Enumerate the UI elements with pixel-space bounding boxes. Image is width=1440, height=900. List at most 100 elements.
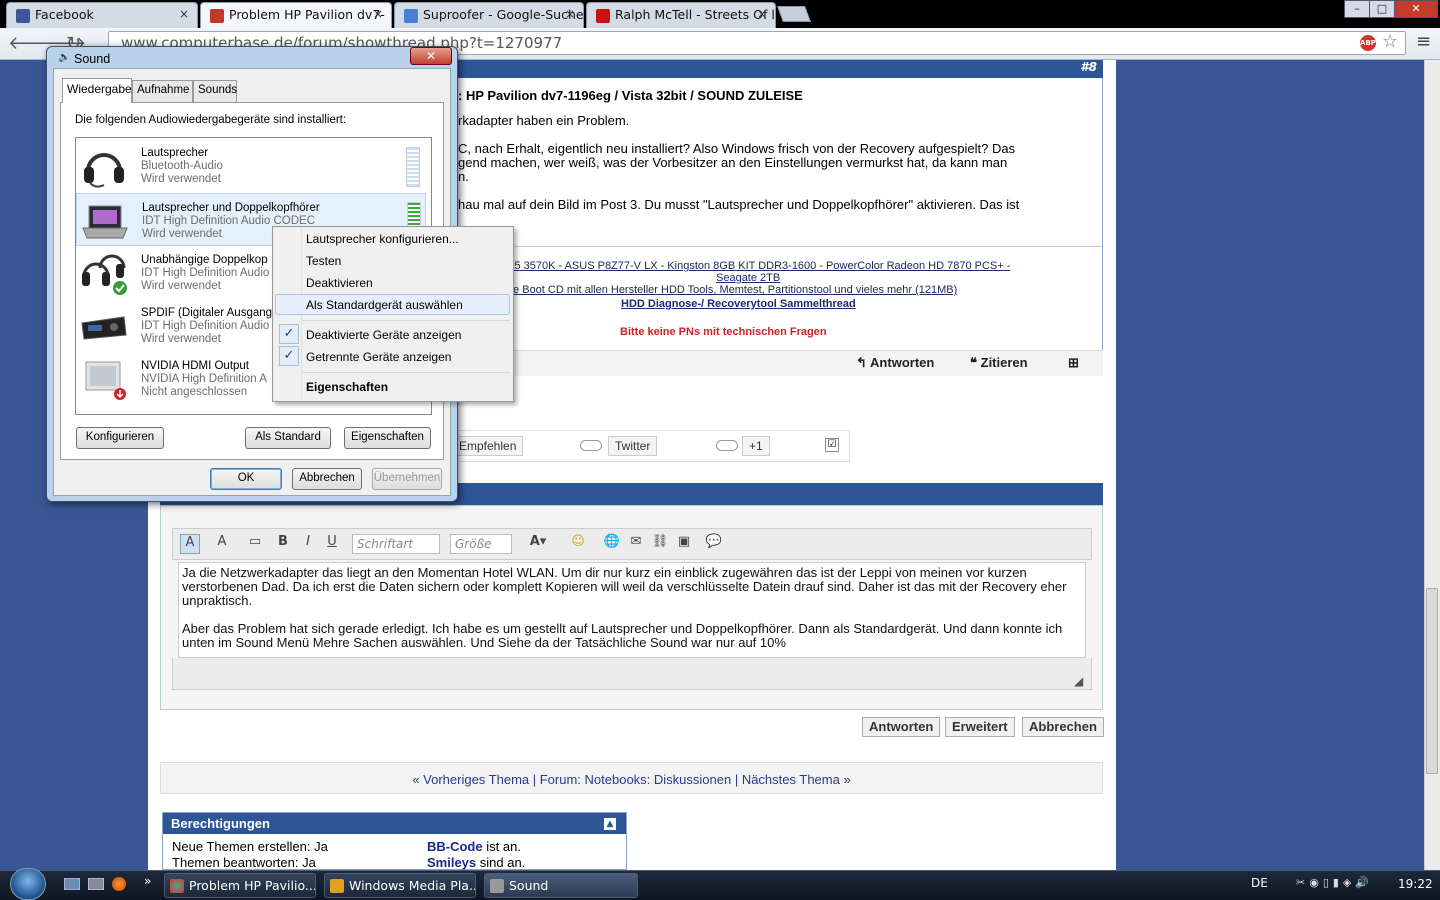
tab-google[interactable]: Suproofer - Google-Suche × [394, 2, 584, 28]
menu-item-show-disabled[interactable]: Deaktivierte Geräte anzeigen [306, 328, 461, 342]
set-default-button[interactable]: Als Standard [245, 427, 331, 449]
twitter-button[interactable]: Twitter [608, 436, 658, 456]
page-background [1116, 60, 1424, 870]
signature-link[interactable]: te Boot CD mit allen Hersteller HDD Tool… [510, 284, 957, 296]
tray-icons[interactable]: ✂◉▯▮◈🔊 [1296, 876, 1373, 889]
italic-icon[interactable]: I [298, 534, 318, 554]
toggle-gplus[interactable] [716, 440, 738, 451]
start-button[interactable] [10, 868, 46, 900]
bold-icon[interactable]: B [273, 534, 293, 554]
reply-button[interactable]: ↰ Antworten [856, 355, 934, 371]
underline-icon[interactable]: U [322, 534, 342, 554]
bookmark-star-icon[interactable]: ☆ [1382, 31, 1398, 52]
show-desktop-icon[interactable] [64, 878, 80, 890]
menu-separator [302, 320, 510, 321]
multiquote-icon[interactable]: ⊞ [1068, 355, 1079, 371]
computerbase-icon [210, 9, 224, 23]
advanced-button[interactable]: Erweitert [945, 717, 1015, 737]
switch-windows-icon[interactable] [88, 878, 104, 890]
minimize-icon[interactable]: – [1344, 0, 1370, 18]
ok-button[interactable]: OK [210, 468, 282, 490]
device-driver: Bluetooth-Audio [141, 160, 223, 172]
close-window-icon[interactable]: ✕ [1394, 0, 1438, 18]
tab-playback[interactable]: Wiedergabe [62, 78, 132, 103]
adblock-icon[interactable]: ABP [1360, 35, 1376, 51]
menu-item-show-disconnected[interactable]: Getrennte Geräte anzeigen [306, 350, 451, 364]
signature-link[interactable]: i5 3570K - ASUS P8Z77-V LX - Kingston 8G… [512, 260, 1010, 272]
submit-reply-button[interactable]: Antworten [862, 717, 941, 737]
resize-handle-icon[interactable]: ◢ [1074, 674, 1083, 688]
quote-insert-icon[interactable]: 💬 [704, 534, 724, 554]
smileys-link[interactable]: Smileys [427, 855, 476, 870]
clock[interactable]: 19:22 [1398, 877, 1433, 891]
close-tab-icon[interactable]: × [757, 7, 767, 21]
post-text-line: gend machen, wer weiß, was der Vorbesitz… [458, 155, 1008, 170]
checkbox-icon[interactable]: ☑ [825, 438, 839, 452]
menu-item-configure[interactable]: Lautsprecher konfigurieren... [306, 232, 459, 246]
menu-item-test[interactable]: Testen [306, 254, 341, 268]
close-tab-icon[interactable]: × [179, 7, 189, 21]
cancel-button[interactable]: Abbrechen [292, 468, 362, 490]
apply-button[interactable]: Übernehmen [372, 468, 442, 490]
tab-computerbase[interactable]: Problem HP Pavilion dv7- × [200, 2, 392, 28]
facebook-icon [16, 9, 30, 23]
collapse-icon[interactable]: ▲ [604, 818, 616, 830]
scrollbar-thumb[interactable] [1426, 588, 1438, 774]
taskbar-item-sound[interactable]: Sound [484, 873, 638, 898]
taskbar-item-mediaplayer[interactable]: Windows Media Pla... [324, 873, 476, 898]
toggle-twitter[interactable] [580, 440, 602, 451]
speaker-icon: 🔈 [58, 52, 71, 63]
recommend-button[interactable]: Empfehlen [452, 436, 524, 456]
language-indicator[interactable]: DE [1251, 876, 1268, 890]
cancel-reply-button[interactable]: Abbrechen [1022, 717, 1104, 737]
image-icon[interactable]: ▣ [674, 534, 694, 554]
menu-item-set-default[interactable]: Als Standardgerät auswählen [306, 298, 463, 312]
configure-button[interactable]: Konfigurieren [76, 427, 164, 449]
smiley-icon[interactable]: ☺ [568, 534, 588, 554]
device-status: Wird verwendet [141, 280, 221, 292]
device-name: Lautsprecher und Doppelkopfhörer [142, 202, 320, 214]
tab-recording[interactable]: Aufnahme [132, 80, 193, 102]
email-icon[interactable]: ✉ [626, 534, 646, 554]
properties-button[interactable]: Eigenschaften [344, 427, 431, 449]
link-icon[interactable]: 🌐 [602, 534, 622, 554]
devices-intro: Die folgenden Audiowiedergabegeräte sind… [75, 114, 347, 126]
firefox-icon[interactable] [112, 877, 126, 891]
taskbar-item-chrome[interactable]: Problem HP Pavilio... [164, 873, 316, 898]
font-select[interactable]: Schriftart [352, 534, 440, 554]
message-paragraph: Ja die Netzwerkadapter das liegt an den … [182, 565, 1067, 608]
menu-item-properties[interactable]: Eigenschaften [306, 380, 388, 394]
post-number: #8 [1080, 60, 1097, 74]
signature-link[interactable]: Seagate 2TB [716, 272, 780, 284]
tab-youtube[interactable]: Ralph McTell - Streets Of l × [586, 2, 776, 28]
remove-format-icon[interactable]: A [212, 534, 232, 554]
device-status: Wird verwendet [141, 173, 221, 185]
unlink-icon[interactable]: ⛓ [650, 534, 670, 554]
size-select[interactable]: Größe [450, 534, 512, 554]
headset-icon [80, 143, 128, 189]
font-color-icon[interactable]: A▾ [528, 534, 548, 554]
menu-icon[interactable]: ≡ [1416, 31, 1431, 52]
plusone-button[interactable]: +1 [742, 436, 770, 456]
device-name: Lautsprecher [141, 147, 209, 159]
overflow-chevron-icon[interactable]: » [144, 874, 151, 888]
monitor-icon [80, 356, 128, 402]
quote-button[interactable]: ❝ Zitieren [970, 355, 1028, 371]
paste-icon[interactable]: ▭ [245, 534, 265, 554]
device-item[interactable]: Lautsprecher Bluetooth-Audio Wird verwen… [76, 139, 426, 192]
bbcode-link[interactable]: BB-Code [427, 839, 483, 854]
close-tab-icon[interactable]: × [565, 7, 575, 21]
message-editor[interactable]: Ja die Netzwerkadapter das liegt an den … [178, 562, 1086, 658]
close-tab-icon[interactable]: × [373, 7, 383, 21]
dialog-title: Sound [74, 52, 111, 66]
new-tab-button[interactable] [777, 6, 811, 22]
menu-item-disable[interactable]: Deaktivieren [306, 276, 373, 290]
dialog-close-icon[interactable]: ✕ [410, 47, 452, 65]
post-text-line: rkadapter haben ein Problem. [458, 113, 630, 128]
tab-facebook[interactable]: Facebook × [6, 2, 198, 28]
wysiwyg-icon[interactable]: A [180, 534, 200, 554]
maximize-icon[interactable]: □ [1369, 0, 1395, 18]
thread-navigation[interactable]: « Vorheriges Thema | Forum: Notebooks: D… [160, 762, 1103, 794]
tab-sounds[interactable]: Sounds [193, 80, 237, 102]
signature-link[interactable]: HDD Diagnose-/ Recoverytool Sammelthread [621, 298, 856, 310]
